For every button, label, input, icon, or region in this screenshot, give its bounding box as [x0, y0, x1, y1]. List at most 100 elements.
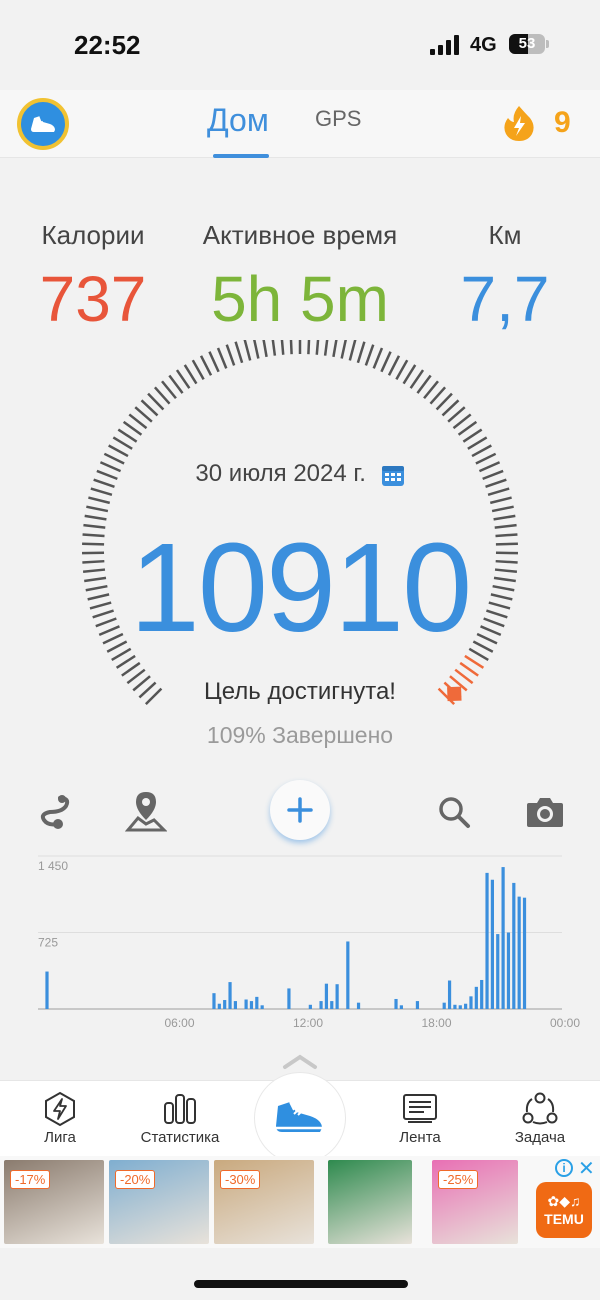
gauge-tick [243, 340, 252, 361]
nav-feed[interactable]: Лента [360, 1091, 480, 1146]
nav-feed-label: Лента [399, 1129, 441, 1146]
gauge-tick [491, 505, 514, 513]
nav-league-label: Лига [44, 1129, 76, 1146]
nav-league[interactable]: Лига [0, 1091, 120, 1146]
chart-bar [485, 872, 489, 1009]
running-shoe-icon [276, 1101, 322, 1132]
nav-statistics[interactable]: Статистика [120, 1091, 240, 1146]
distance-label: Км [488, 220, 522, 250]
date-label: 30 июля 2024 г. [195, 460, 366, 487]
app-logo[interactable] [17, 98, 69, 150]
chart-bar [464, 1003, 468, 1009]
run-button[interactable] [254, 1072, 346, 1164]
gauge-tick [457, 420, 478, 436]
gauge-tick [183, 364, 198, 385]
gauge-tick [90, 487, 113, 496]
chart-bar [330, 1001, 334, 1009]
ad-product-image[interactable]: -25% [432, 1160, 518, 1244]
chart-bar [217, 1003, 221, 1009]
gauge-tick [409, 369, 425, 389]
route-icon[interactable] [32, 790, 76, 834]
chart-bar [447, 980, 452, 1009]
calories-label: Калории [41, 220, 145, 250]
chart-bar [442, 1002, 446, 1009]
chart-x-tick-label: 00:00 [550, 1016, 580, 1030]
chart-bar [324, 983, 329, 1009]
home-indicator[interactable] [194, 1280, 408, 1288]
ad-discount-badge: -30% [220, 1170, 261, 1189]
chart-bar [490, 879, 494, 1009]
ad-product-image[interactable]: -20% [109, 1160, 209, 1244]
gauge-tick [372, 347, 384, 369]
chart-bar [233, 1001, 237, 1009]
gauge-tick [307, 340, 311, 355]
gauge-tick [199, 355, 213, 376]
gauge-tick [86, 505, 109, 513]
gauge-tick [121, 661, 141, 677]
gauge-tick [467, 436, 488, 450]
chart-bar [496, 934, 500, 1009]
gauge-tick [280, 340, 285, 355]
calendar-icon[interactable] [381, 463, 405, 487]
map-pin-icon[interactable] [124, 790, 168, 834]
gauge-tick [88, 496, 111, 505]
ad-info-icon[interactable]: i [555, 1159, 573, 1177]
chevron-up-icon[interactable] [282, 1052, 318, 1070]
gauge-tick [416, 374, 432, 394]
tab-gps[interactable]: GPS [315, 106, 361, 132]
task-icon [522, 1092, 558, 1125]
gauge-tick [191, 359, 205, 380]
step-count: 10910 [129, 517, 472, 658]
ad-product-image[interactable] [328, 1160, 412, 1244]
ad-product-image[interactable]: -17% [4, 1160, 104, 1244]
gauge-tick [122, 420, 143, 436]
chart-y-tick-label: 1 450 [38, 859, 68, 873]
ad-banner[interactable]: -17% -20% -30% -25% i ✕ ✿◆♫ TEMU [0, 1156, 600, 1248]
gauge-tick [208, 351, 220, 373]
tab-home[interactable]: Дом [207, 102, 269, 139]
nav-task[interactable]: Задача [480, 1091, 600, 1146]
add-button[interactable] [270, 780, 330, 840]
chart-bar [45, 971, 49, 1009]
streak-flame-icon[interactable] [500, 104, 538, 142]
chart-bar [501, 867, 505, 1009]
chart-bar [522, 897, 527, 1009]
hourly-steps-chart: 1 450 725 06:00 12:00 18:00 00:00 [38, 855, 580, 1030]
top-nav: Дом GPS 9 [0, 90, 600, 158]
league-icon [45, 1091, 75, 1127]
chart-bar [399, 1005, 403, 1009]
chart-bar [394, 998, 398, 1009]
chart-bar [335, 984, 339, 1009]
camera-icon[interactable] [523, 790, 567, 834]
shoe-icon [31, 115, 55, 132]
gauge-tick [332, 340, 338, 358]
chart-bar [469, 996, 473, 1009]
temu-logo[interactable]: ✿◆♫ TEMU [536, 1182, 592, 1238]
date-selector[interactable]: 30 июля 2024 г. [0, 460, 600, 488]
search-icon[interactable] [432, 790, 476, 834]
battery-icon: 53 [509, 34, 545, 54]
chart-bar [506, 932, 511, 1009]
ad-close-icon[interactable]: ✕ [578, 1156, 595, 1181]
status-bar: 22:52 4G 53 [0, 0, 600, 90]
chart-bar [212, 993, 216, 1009]
temu-logo-mark: ✿◆♫ [547, 1193, 581, 1209]
gauge-tick [462, 428, 483, 443]
ad-product-image[interactable]: -30% [214, 1160, 314, 1244]
gauge-tick [452, 413, 472, 430]
gauge-tick [168, 374, 184, 394]
gauge-tick [253, 340, 260, 359]
battery-level: 53 [518, 35, 536, 52]
gauge-tick [289, 340, 293, 355]
chart-bar [517, 896, 521, 1009]
gauge-tick [108, 444, 129, 458]
gauge-tick [175, 369, 191, 389]
gauge-tick [348, 340, 357, 361]
temu-logo-text: TEMU [544, 1211, 584, 1227]
chart-bar [474, 986, 478, 1009]
gauge-tick [423, 380, 439, 400]
chart-bar [458, 1005, 462, 1009]
completion-percent: 109% Завершено [206, 722, 394, 748]
ad-discount-badge: -20% [115, 1170, 156, 1189]
chart-bar [480, 979, 484, 1009]
